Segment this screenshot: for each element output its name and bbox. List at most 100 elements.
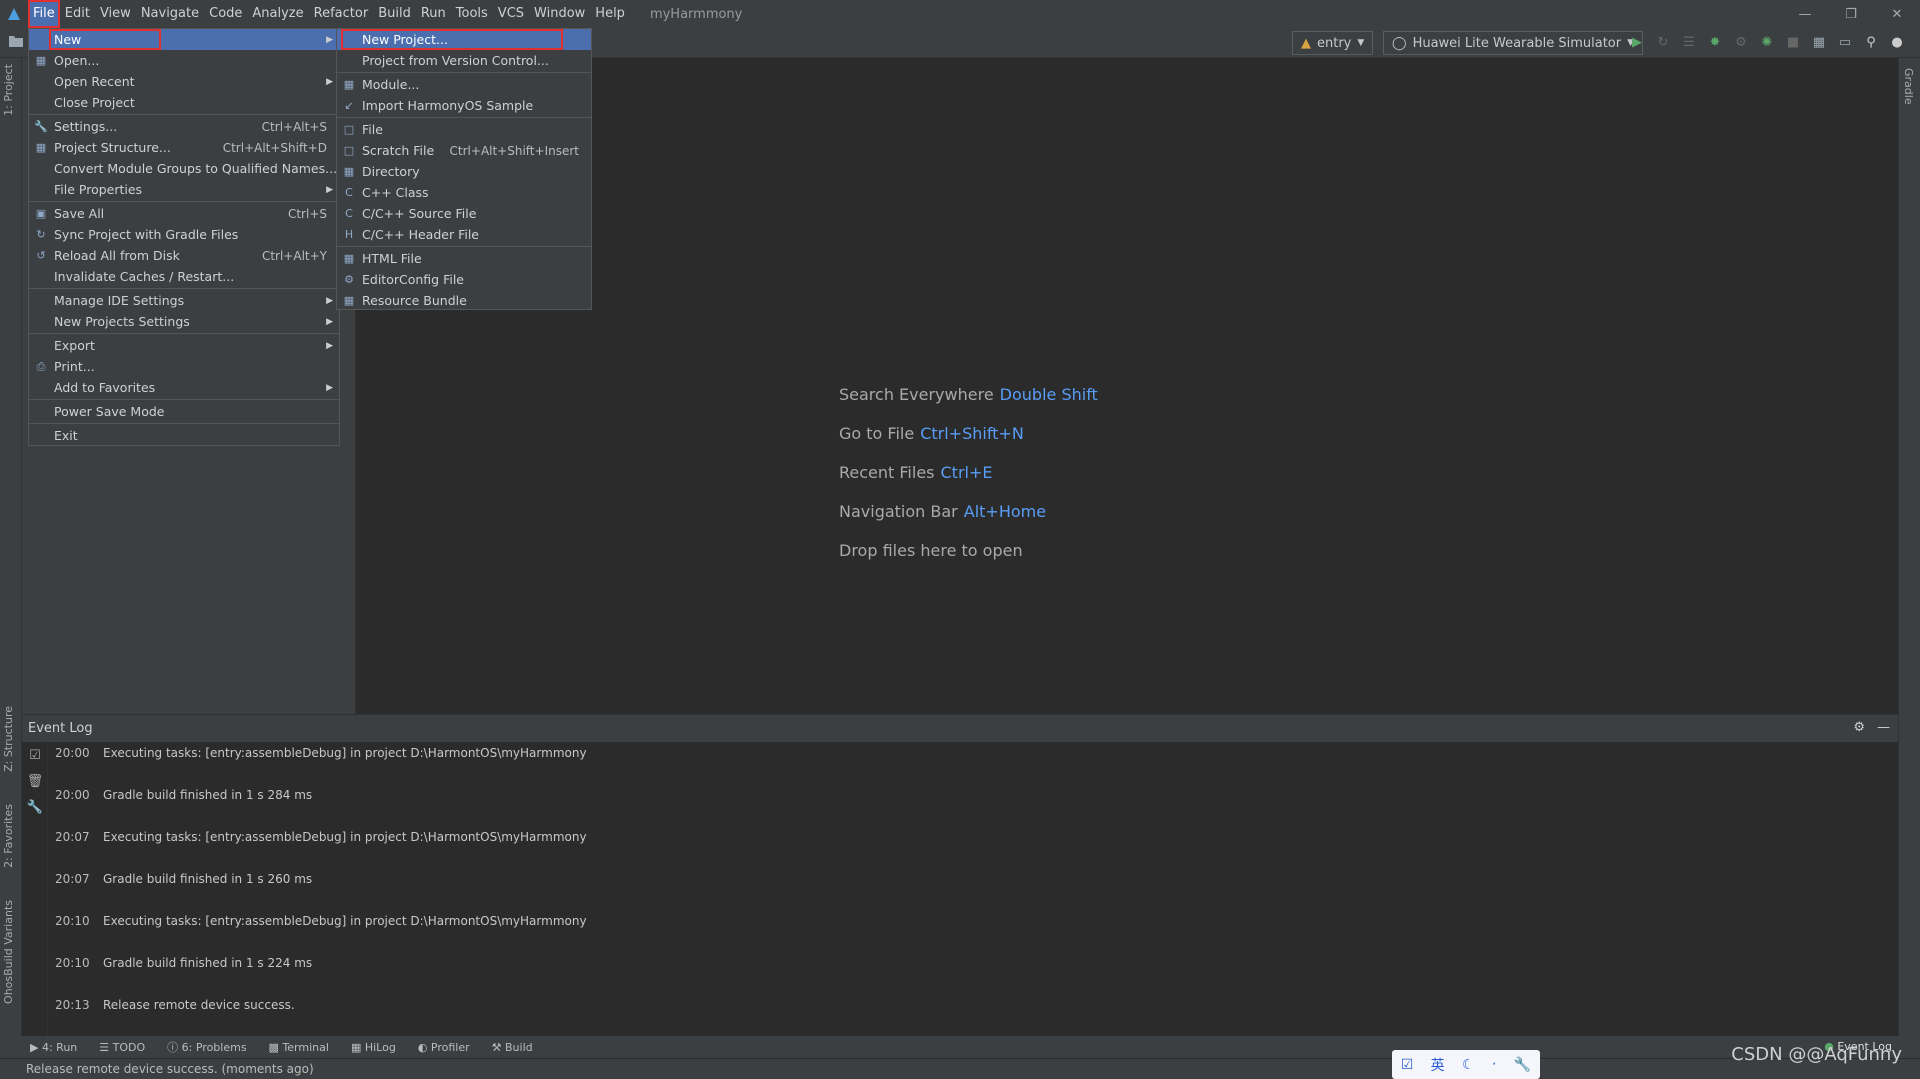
file-menu-exit[interactable]: Exit xyxy=(29,425,339,446)
file-menu-print[interactable]: ⎙ Print... xyxy=(29,356,339,377)
file-menu-invalidate-caches[interactable]: Invalidate Caches / Restart... xyxy=(29,266,339,287)
menu-vcs[interactable]: VCS xyxy=(493,0,529,28)
file-menu-new[interactable]: New ▶ xyxy=(29,29,339,50)
submenu-arrow-icon: ▶ xyxy=(326,34,333,45)
favorites-tool-tab[interactable]: 2: Favorites xyxy=(2,804,15,868)
menu-item-label: Scratch File xyxy=(362,143,435,158)
tab-label: Terminal xyxy=(282,1040,329,1054)
menu-item-label: New Projects Settings xyxy=(54,314,190,329)
ime-language[interactable]: 英 xyxy=(1431,1055,1445,1075)
menu-code[interactable]: Code xyxy=(204,0,247,28)
menu-analyze[interactable]: Analyze xyxy=(247,0,308,28)
log-time: 20:07 xyxy=(55,830,90,844)
hint-row: Go to File Ctrl+Shift+N xyxy=(839,424,1098,463)
log-time: 20:07 xyxy=(55,872,90,886)
profiler-tool-tab[interactable]: ◐ Profiler xyxy=(418,1041,470,1054)
new-cpp-class-item[interactable]: C C++ Class xyxy=(337,182,591,203)
file-menu-project-structure[interactable]: ▦ Project Structure... Ctrl+Alt+Shift+D xyxy=(29,137,339,158)
device-manager-icon[interactable]: ▭ xyxy=(1836,33,1854,51)
new-project-item[interactable]: New Project... xyxy=(337,29,591,50)
new-editorconfig-item[interactable]: ⚙ EditorConfig File xyxy=(337,269,591,290)
moon-icon[interactable]: ☾ xyxy=(1462,1057,1475,1073)
file-menu-power-save-mode[interactable]: Power Save Mode xyxy=(29,401,339,422)
todo-tool-tab[interactable]: ☰ TODO xyxy=(99,1041,145,1054)
new-c-header-item[interactable]: H C/C++ Header File xyxy=(337,224,591,245)
folder-icon[interactable] xyxy=(8,34,24,52)
rerun-icon[interactable]: ↻ xyxy=(1654,33,1672,51)
hilog-tool-tab[interactable]: ▦ HiLog xyxy=(351,1041,396,1054)
file-menu-manage-ide-settings[interactable]: Manage IDE Settings ▶ xyxy=(29,290,339,311)
structure-tool-tab[interactable]: Z: Structure xyxy=(2,706,15,772)
build-tool-tab[interactable]: ⚒ Build xyxy=(492,1041,533,1054)
new-scratch-file-item[interactable]: □ Scratch File Ctrl+Alt+Shift+Insert xyxy=(337,140,591,161)
menu-window[interactable]: Window xyxy=(529,0,590,28)
file-menu-new-projects-settings[interactable]: New Projects Settings ▶ xyxy=(29,311,339,332)
menu-tools[interactable]: Tools xyxy=(451,0,493,28)
device-select[interactable]: ◯ Huawei Lite Wearable Simulator ▼ xyxy=(1383,31,1644,55)
submenu-arrow-icon: ▶ xyxy=(326,184,333,195)
close-icon[interactable]: ✕ xyxy=(1874,0,1920,28)
file-menu-export[interactable]: Export ▶ xyxy=(29,335,339,356)
menu-edit[interactable]: Edit xyxy=(60,0,95,28)
build-variants-tool-tab[interactable]: OhosBuild Variants xyxy=(2,900,15,1004)
menu-help[interactable]: Help xyxy=(590,0,630,28)
menu-view[interactable]: View xyxy=(95,0,136,28)
trash-icon[interactable]: 🗑 xyxy=(22,768,48,794)
import-harmonyos-sample-item[interactable]: ↙ Import HarmonyOS Sample xyxy=(337,95,591,116)
attach-debugger-icon[interactable]: ✺ xyxy=(1758,33,1776,51)
problems-tool-tab[interactable]: ⓘ 6: Problems xyxy=(167,1039,246,1055)
profile-icon[interactable]: ⚙ xyxy=(1732,33,1750,51)
file-menu-reload-disk[interactable]: ↺ Reload All from Disk Ctrl+Alt+Y xyxy=(29,245,339,266)
new-html-file-item[interactable]: ▦ HTML File xyxy=(337,248,591,269)
terminal-icon: ▩ xyxy=(268,1040,283,1054)
new-c-source-item[interactable]: C C/C++ Source File xyxy=(337,203,591,224)
gear-icon[interactable]: ⚙ xyxy=(1853,720,1865,735)
ime-switch-icon[interactable]: ☑ xyxy=(1401,1057,1414,1073)
run-config-select[interactable]: ▲ entry ▼ xyxy=(1292,31,1374,55)
new-file-item[interactable]: □ File xyxy=(337,119,591,140)
c-header-icon: H xyxy=(344,228,354,241)
menu-separator xyxy=(29,423,339,424)
run-tool-tab[interactable]: ▶ 4: Run xyxy=(30,1041,77,1054)
file-menu-close-project[interactable]: Close Project xyxy=(29,92,339,113)
menu-separator xyxy=(29,201,339,202)
new-directory-item[interactable]: ▦ Directory xyxy=(337,161,591,182)
run-icon[interactable]: ▶ xyxy=(1628,33,1646,51)
menu-navigate[interactable]: Navigate xyxy=(136,0,204,28)
menu-refactor[interactable]: Refactor xyxy=(309,0,374,28)
file-menu-file-properties[interactable]: File Properties ▶ xyxy=(29,179,339,200)
project-tool-tab[interactable]: 1: Project xyxy=(2,64,15,116)
html-file-icon: ▦ xyxy=(343,252,355,265)
file-menu-convert-module-groups[interactable]: Convert Module Groups to Qualified Names… xyxy=(29,158,339,179)
hide-panel-icon[interactable]: — xyxy=(1877,720,1890,735)
project-from-vcs-item[interactable]: Project from Version Control... xyxy=(337,50,591,71)
file-menu-add-to-favorites[interactable]: Add to Favorites ▶ xyxy=(29,377,339,398)
terminal-tool-tab[interactable]: ▩ Terminal xyxy=(269,1041,329,1054)
menu-item-label: Open... xyxy=(54,53,100,68)
wrench-icon[interactable]: 🔧 xyxy=(1514,1057,1531,1073)
wrench-icon[interactable]: 🔧 xyxy=(22,794,48,820)
restore-icon[interactable]: ❐ xyxy=(1828,0,1874,28)
new-resource-bundle-item[interactable]: ▦ Resource Bundle xyxy=(337,290,591,311)
new-module-item[interactable]: ▦ Module... xyxy=(337,74,591,95)
menu-file[interactable]: File xyxy=(28,0,60,28)
project-structure-icon[interactable]: ▦ xyxy=(1810,33,1828,51)
file-menu-open[interactable]: ▦ Open... xyxy=(29,50,339,71)
search-icon[interactable]: ⚲ xyxy=(1862,33,1880,51)
debug-icon[interactable]: ✸ xyxy=(1706,33,1724,51)
account-icon[interactable]: ● xyxy=(1888,33,1906,51)
punctuation-icon[interactable]: ‧ xyxy=(1492,1057,1496,1073)
stop-icon[interactable]: ■ xyxy=(1784,33,1802,51)
file-menu-sync-gradle[interactable]: ↻ Sync Project with Gradle Files xyxy=(29,224,339,245)
log-message: Executing tasks: [entry:assembleDebug] i… xyxy=(103,914,587,928)
menu-build[interactable]: Build xyxy=(373,0,416,28)
event-log-toolbar: ☑ 🗑 🔧 xyxy=(22,742,48,1037)
minimize-icon[interactable]: — xyxy=(1782,0,1828,28)
gradle-tool-tab[interactable]: Gradle xyxy=(1902,68,1915,105)
file-menu-save-all[interactable]: ▣ Save All Ctrl+S xyxy=(29,203,339,224)
mark-read-icon[interactable]: ☑ xyxy=(22,742,48,768)
file-menu-open-recent[interactable]: Open Recent ▶ xyxy=(29,71,339,92)
coverage-icon[interactable]: ☰ xyxy=(1680,33,1698,51)
menu-run[interactable]: Run xyxy=(416,0,451,28)
file-menu-settings[interactable]: 🔧 Settings... Ctrl+Alt+S xyxy=(29,116,339,137)
